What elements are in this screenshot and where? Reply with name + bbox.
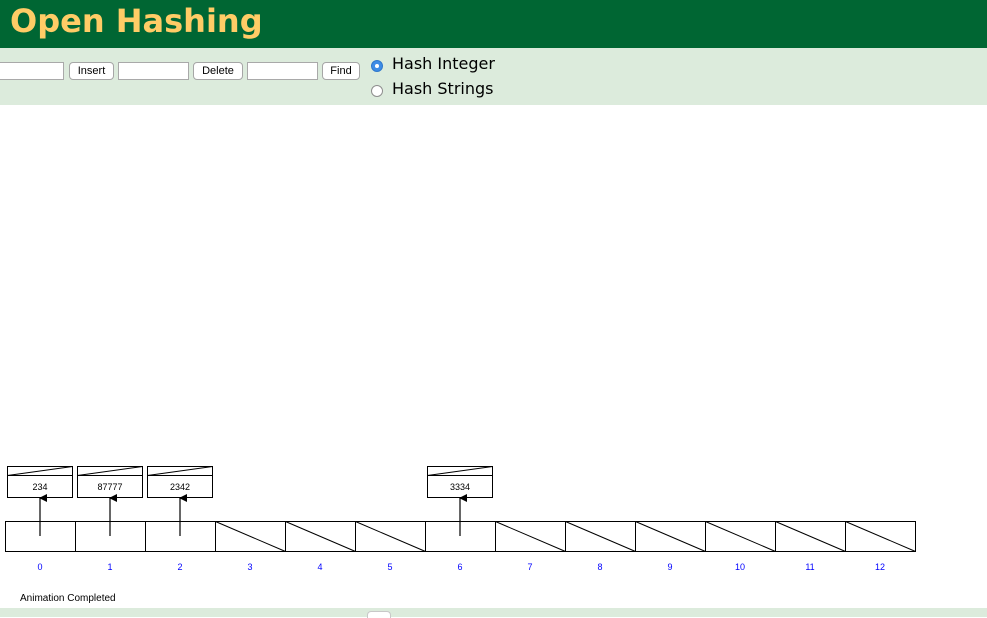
bucket-index-label: 11 [805,562,814,572]
bucket-index-label: 0 [37,562,42,572]
bucket-index-label: 3 [247,562,252,572]
hash-integer-radio[interactable] [371,60,383,72]
delete-input[interactable] [118,62,189,80]
bucket-index-label: 9 [667,562,672,572]
footer-bar [0,608,987,617]
bucket-index-label: 4 [317,562,322,572]
bucket-index-label: 5 [387,562,392,572]
control-panel: Insert Delete Find Hash Integer Hash Str… [0,48,987,105]
find-input[interactable] [247,62,318,80]
hash-table-canvas: 0 1 2 3 4 5 6 7 8 9 10 11 12234 87777 2342 3334 Animati… [5,466,916,604]
bucket-index-label: 12 [875,562,885,572]
bucket-index-label: 6 [457,562,462,572]
bucket-index-label: 10 [735,562,745,572]
hash-integer-label: Hash Integer [392,54,495,73]
hash-strings-radio[interactable] [371,85,383,97]
insert-input[interactable] [0,62,64,80]
chain-node-value: 234 [32,482,47,492]
delete-button[interactable]: Delete [193,62,243,80]
status-message: Animation Completed [20,593,116,604]
chain-node-value: 87777 [97,482,122,492]
chain-node-value: 3334 [450,482,470,492]
app-header: Open Hashing [0,0,987,48]
find-button[interactable]: Find [322,62,360,80]
bucket-index-label: 2 [177,562,182,572]
page-title: Open Hashing [10,2,263,40]
hash-strings-label: Hash Strings [392,79,494,98]
bucket-index-label: 8 [597,562,602,572]
chain-node-value: 2342 [170,482,190,492]
bucket-index-label: 1 [107,562,112,572]
insert-button[interactable]: Insert [69,62,114,80]
bucket-index-label: 7 [527,562,532,572]
